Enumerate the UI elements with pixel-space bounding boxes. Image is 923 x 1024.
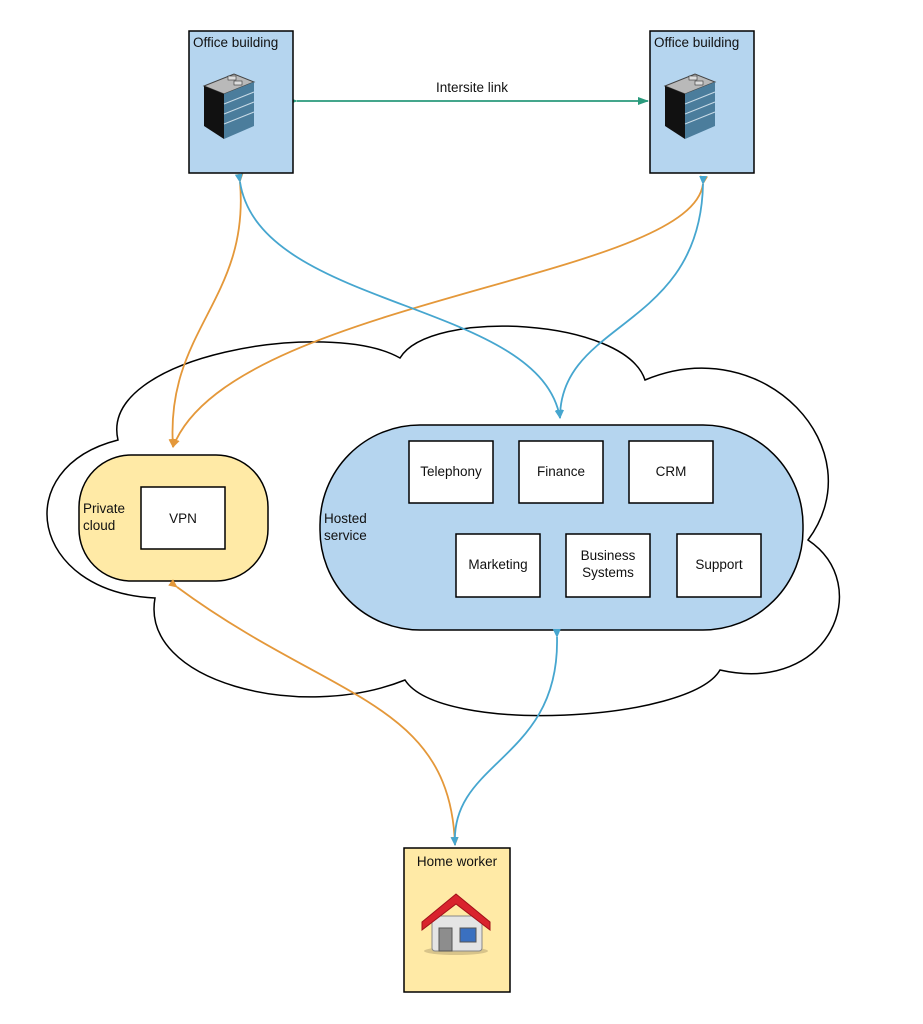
svg-text:Systems: Systems [582, 565, 634, 580]
service-finance[interactable]: Finance [518, 440, 604, 504]
office-building-left[interactable]: Office building [188, 30, 294, 174]
service-telephony[interactable]: Telephony [408, 440, 494, 504]
svg-text:Office building: Office building [193, 35, 278, 50]
office-building-icon [663, 73, 717, 139]
service-support[interactable]: Support [676, 533, 762, 598]
svg-text:Business: Business [581, 548, 636, 563]
home-worker[interactable]: Home worker [403, 847, 511, 993]
service-business-systems[interactable]: Business Systems [565, 533, 651, 598]
office-building-right[interactable]: Office building [649, 30, 755, 174]
svg-text:CRM: CRM [656, 464, 687, 479]
hosted-service-label: Hosted [324, 511, 367, 526]
hosted-service-label: service [324, 528, 367, 543]
svg-text:Office building: Office building [654, 35, 739, 50]
intersite-link-label: Intersite link [436, 80, 508, 95]
svg-text:Telephony: Telephony [420, 464, 482, 479]
svg-text:Home worker: Home worker [417, 854, 498, 869]
private-cloud-label: Private [83, 501, 125, 516]
svg-text:Support: Support [695, 557, 743, 572]
svg-text:Marketing: Marketing [468, 557, 527, 572]
vpn-label: VPN [169, 511, 197, 526]
service-crm[interactable]: CRM [628, 440, 714, 504]
service-marketing[interactable]: Marketing [455, 533, 541, 598]
network-diagram: Private cloud VPN Hosted service Telepho… [46, 30, 841, 993]
office-building-icon [202, 73, 256, 139]
private-cloud-label: cloud [83, 518, 115, 533]
svg-text:Finance: Finance [537, 464, 585, 479]
